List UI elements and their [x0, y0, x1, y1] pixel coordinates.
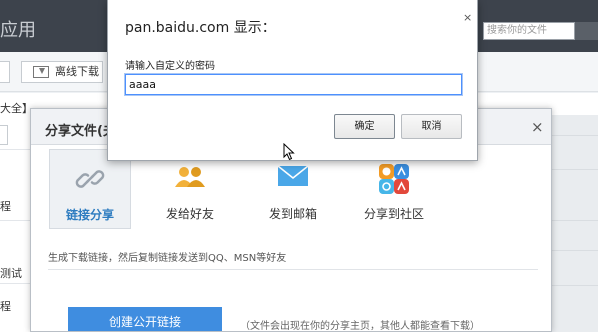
- divider: [48, 269, 538, 270]
- list-item: 程: [0, 200, 11, 213]
- community-icon: [379, 164, 409, 194]
- create-link-note: （文件会出现在你的分享主页，其他人都能查看下载）: [240, 321, 480, 332]
- password-prompt-dialog: pan.baidu.com 显示： × 请输入自定义的密码 确定 取消: [107, 0, 478, 161]
- background-right-strip: [552, 115, 598, 332]
- close-icon[interactable]: ×: [463, 11, 472, 24]
- cancel-button[interactable]: 取消: [401, 114, 462, 139]
- mouse-cursor-icon: [283, 143, 295, 161]
- toolbar-button-partial[interactable]: [0, 61, 10, 83]
- prompt-message: 请输入自定义的密码: [125, 61, 215, 72]
- share-dialog-title: 分享文件(夫: [45, 124, 116, 139]
- password-input[interactable]: [125, 74, 462, 95]
- mail-icon: [277, 165, 309, 186]
- share-option-friends[interactable]: 发给好友: [149, 149, 231, 229]
- list-item: 程: [0, 300, 11, 313]
- list-item: 测试: [0, 267, 22, 280]
- share-option-label: 发到邮箱: [268, 207, 317, 221]
- close-icon[interactable]: ×: [531, 118, 544, 136]
- search-button[interactable]: [575, 22, 598, 40]
- list-header-fragment: 大全】: [0, 102, 33, 115]
- share-option-email[interactable]: 发到邮箱: [252, 149, 334, 229]
- friends-icon: [175, 167, 205, 187]
- create-public-link-button[interactable]: 创建公开链接: [68, 307, 222, 331]
- ok-button[interactable]: 确定: [334, 114, 395, 139]
- share-option-link[interactable]: 链接分享: [49, 149, 131, 229]
- offline-download-label: 离线下载: [55, 65, 99, 78]
- download-icon: [33, 66, 49, 78]
- share-option-label: 发给好友: [165, 207, 214, 221]
- link-icon: [75, 170, 105, 188]
- search-input[interactable]: 搜索你的文件: [483, 22, 575, 40]
- app-title: 应用: [0, 20, 36, 41]
- share-option-label: 链接分享: [65, 208, 114, 222]
- prompt-title: pan.baidu.com 显示：: [125, 20, 276, 36]
- list-side-button[interactable]: [0, 125, 8, 145]
- share-option-label: 分享到社区: [363, 207, 424, 221]
- offline-download-button[interactable]: 离线下载: [21, 61, 103, 83]
- share-description: 生成下载链接，然后复制链接发送到QQ、MSN等好友: [48, 253, 287, 264]
- share-option-community[interactable]: 分享到社区: [353, 149, 435, 229]
